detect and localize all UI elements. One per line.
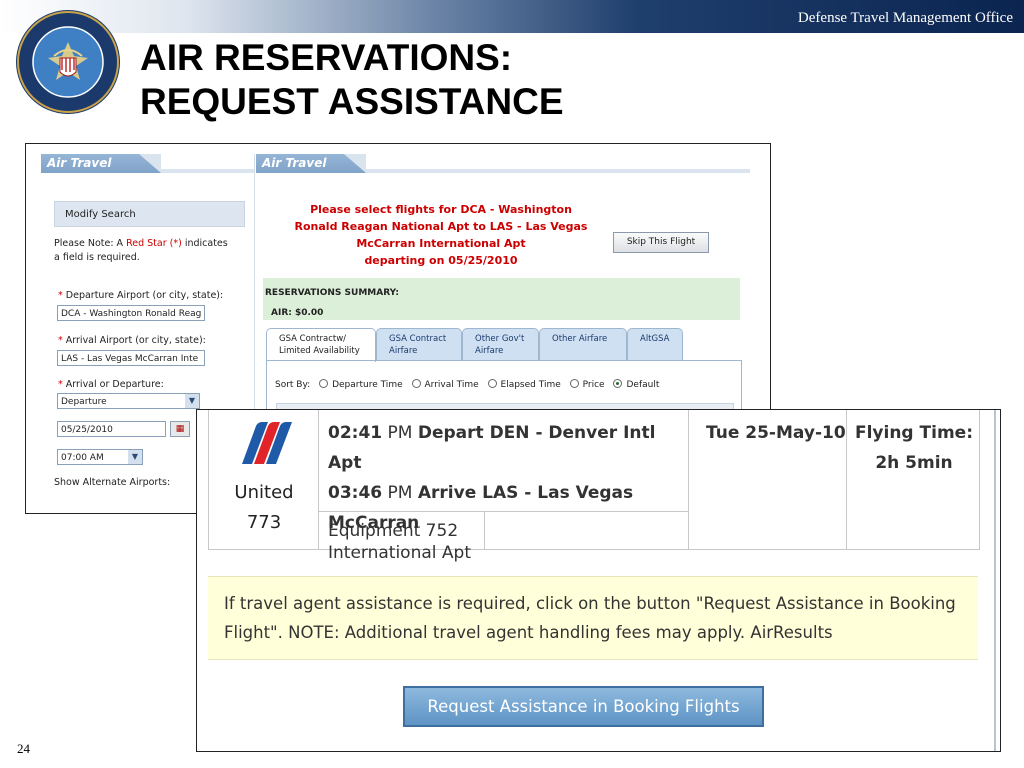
skip-flight-button[interactable]: Skip This Flight: [613, 232, 709, 253]
tab-label-line-1: Other Gov't: [475, 334, 525, 344]
prompt-line-3: McCarran International Apt: [356, 237, 526, 250]
note-prefix: Please Note: A: [54, 238, 127, 249]
radio-arrival-time[interactable]: [411, 379, 421, 388]
airline-name: United 773: [209, 478, 319, 538]
sort-option-label: Default: [626, 380, 660, 390]
assistance-notice: If travel agent assistance is required, …: [208, 576, 978, 660]
departure-label-text: Departure Airport (or city, state):: [65, 290, 224, 301]
notice-line-2: Flight". NOTE: Additional travel agent h…: [224, 623, 833, 642]
modify-search-button[interactable]: Modify Search: [54, 201, 245, 227]
itinerary-cell: 02:41 PM Depart DEN - Denver Intl Apt 03…: [319, 410, 689, 563]
note-suffix: indicates: [181, 238, 228, 249]
radio-departure-time[interactable]: [319, 379, 329, 388]
dod-seal-logo: [16, 10, 120, 114]
title-line-1: AIR RESERVATIONS:: [140, 37, 513, 78]
left-panel-header-label: Air Travel: [47, 156, 112, 170]
radio-price[interactable]: [569, 379, 579, 388]
header-rule: [161, 169, 254, 173]
sort-option-label: Price: [582, 380, 605, 390]
tab-label-line-2: Airfare: [389, 346, 418, 356]
reservations-summary: RESERVATIONS SUMMARY: AIR: $0.00: [263, 278, 740, 320]
header-rule: [366, 169, 750, 173]
title-line-2: REQUEST ASSISTANCE: [140, 81, 564, 122]
sort-option-label: Arrival Time: [424, 380, 479, 390]
flight-result-row[interactable]: United 773 02:41 PM Depart DEN - Denver …: [208, 410, 981, 563]
depart-line: 02:41 PM Depart DEN - Denver Intl Apt: [328, 418, 688, 478]
arrival-departure-value: Departure: [61, 397, 107, 407]
flying-time-label: Flying Time:: [854, 423, 973, 443]
required-star: *: [58, 290, 63, 301]
page-number: 24: [17, 741, 30, 756]
required-note: Please Note: A Red Star (*) indicates a …: [54, 237, 228, 265]
radio-elapsed-time[interactable]: [487, 379, 497, 388]
right-panel-header-label: Air Travel: [262, 156, 327, 170]
arrival-departure-label: * Arrival or Departure:: [58, 378, 164, 392]
departure-time-value: 07:00 AM: [61, 453, 104, 463]
request-assistance-button[interactable]: Request Assistance in Booking Flights: [403, 686, 764, 727]
tab-altgsa[interactable]: AltGSA: [627, 328, 683, 360]
org-name: Defense Travel Management Office: [797, 10, 1013, 26]
arrival-airport-input[interactable]: LAS - Las Vegas McCarran Inte: [57, 350, 205, 366]
tab-label-line-1: GSA Contractw/: [279, 334, 347, 344]
tab-label-line-2: Limited Availability: [279, 346, 360, 356]
arrive-time: 03:46: [328, 483, 383, 503]
arrival-label-text: Arrival Airport (or city, state):: [65, 335, 206, 346]
left-panel-header: Air Travel: [41, 154, 161, 173]
header-bar: Defense Travel Management Office: [0, 0, 1024, 33]
required-star: *: [58, 335, 63, 346]
notice-line-1: If travel agent assistance is required, …: [224, 594, 956, 613]
summary-air-total: AIR: $0.00: [271, 308, 324, 318]
departure-date-input[interactable]: 05/25/2010: [57, 421, 166, 437]
flight-selection-prompt: Please select flights for DCA - Washingt…: [276, 201, 606, 269]
arrival-departure-label-text: Arrival or Departure:: [65, 379, 164, 390]
flying-time-cell: Flying Time: 2h 5min: [847, 410, 981, 550]
departure-time-select[interactable]: 07:00 AM ▼: [57, 449, 143, 465]
flying-time-value: 2h 5min: [875, 453, 953, 473]
sort-option-label: Elapsed Time: [500, 380, 561, 390]
required-star: *: [58, 379, 63, 390]
note-line-2: a field is required.: [54, 252, 140, 263]
tab-other-govt-airfare[interactable]: Other Gov't Airfare: [462, 328, 539, 360]
sort-options: Sort By: Departure Time Arrival Time Ela…: [275, 379, 659, 390]
prompt-line-1: Please select flights for DCA - Washingt…: [310, 203, 572, 216]
right-panel-header: Air Travel: [256, 154, 366, 173]
prompt-line-4: departing on 05/25/2010: [364, 254, 518, 267]
chevron-down-icon: ▼: [128, 450, 142, 464]
flight-date: Tue 25-May-10: [689, 410, 847, 550]
flight-number: 773: [246, 512, 282, 533]
arrival-departure-select[interactable]: Departure ▼: [57, 393, 200, 409]
note-red-star: Red Star (*): [126, 238, 182, 249]
sort-by-label: Sort By:: [275, 380, 311, 390]
tab-label-line-2: Airfare: [475, 346, 504, 356]
airline-cell: United 773: [209, 410, 319, 550]
tab-gsa-contract-limited[interactable]: GSA Contractw/ Limited Availability: [266, 328, 376, 362]
tab-label-line-1: GSA Contract: [389, 334, 447, 344]
alternate-airports-label: Show Alternate Airports:: [54, 477, 171, 488]
depart-ampm: PM: [387, 423, 413, 443]
departure-label: * Departure Airport (or city, state):: [58, 289, 223, 303]
tab-gsa-contract-airfare[interactable]: GSA Contract Airfare: [376, 328, 462, 360]
airline-label: United: [234, 482, 294, 503]
prompt-line-2: Ronald Reagan National Apt to LAS - Las …: [294, 220, 588, 233]
chevron-down-icon: ▼: [185, 394, 199, 408]
empty-cell: [485, 512, 689, 550]
calendar-icon[interactable]: ▦: [170, 421, 190, 437]
radio-default[interactable]: [613, 379, 623, 388]
arrival-label: * Arrival Airport (or city, state):: [58, 334, 206, 348]
equipment-cell: Equipment 752: [319, 512, 485, 550]
arrive-ampm: PM: [387, 483, 413, 503]
page-title: AIR RESERVATIONS: REQUEST ASSISTANCE: [140, 36, 564, 124]
summary-title: RESERVATIONS SUMMARY:: [265, 288, 399, 298]
scrollbar-track: [994, 410, 996, 751]
tab-label-line-1: Other Airfare: [552, 334, 608, 344]
tab-label-line-1: AltGSA: [640, 334, 670, 344]
tab-other-airfare[interactable]: Other Airfare: [539, 328, 627, 360]
departure-airport-input[interactable]: DCA - Washington Ronald Reag: [57, 305, 205, 321]
flight-detail-screenshot: United 773 02:41 PM Depart DEN - Denver …: [196, 409, 1001, 752]
united-airlines-logo: [242, 422, 292, 464]
sort-option-label: Departure Time: [332, 380, 403, 390]
depart-time: 02:41: [328, 423, 383, 443]
